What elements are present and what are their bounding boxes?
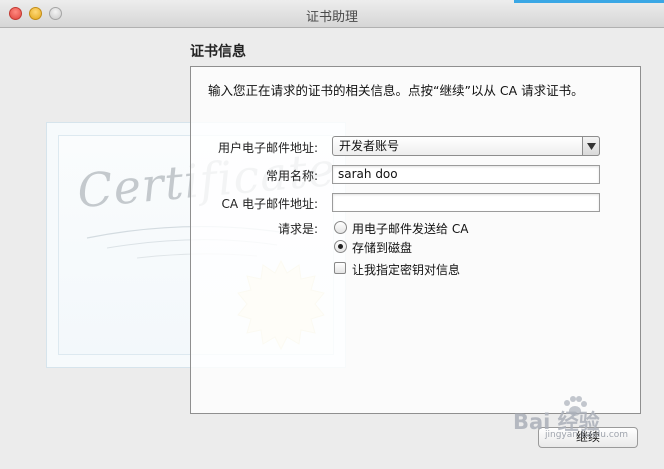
option-save-to-disk-label: 存储到磁盘 — [352, 241, 413, 255]
accent-edge — [514, 0, 664, 3]
request-label: 请求是: — [277, 222, 318, 236]
form-panel: 输入您正在请求的证书的相关信息。点按“继续”以从 CA 请求证书。 用户电子邮件… — [190, 66, 641, 414]
ca-email-field[interactable] — [332, 193, 600, 212]
option-email-to-ca-label: 用电子邮件发送给 CA — [352, 222, 469, 236]
window-title: 证书助理 — [305, 10, 358, 25]
watermark: Bai 经验 jingyan.baidu.com — [505, 396, 655, 442]
email-select[interactable]: 开发者账号 — [332, 136, 600, 156]
section-title: 证书信息 — [190, 44, 246, 60]
dropdown-arrow-button[interactable] — [582, 136, 600, 156]
custom-key-checkbox[interactable] — [334, 262, 346, 274]
common-name-label: 常用名称: — [265, 169, 318, 183]
email-label: 用户电子邮件地址: — [217, 141, 318, 155]
title-bar: 证书助理 — [0, 0, 664, 28]
email-select-value: 开发者账号 — [339, 139, 400, 153]
ca-email-label: CA 电子邮件地址: — [221, 197, 318, 211]
common-name-field[interactable]: sarah doo — [332, 165, 600, 184]
custom-key-label: 让我指定密钥对信息 — [352, 263, 461, 277]
certificate-assistant-window: 证书助理 Certificate 证书信息 输入您正在请求的证书的相关信息。点按… — [0, 0, 664, 469]
chevron-down-icon — [587, 143, 596, 150]
radio-save-to-disk[interactable] — [334, 240, 347, 253]
radio-email-to-ca[interactable] — [334, 221, 347, 234]
intro-text: 输入您正在请求的证书的相关信息。点按“继续”以从 CA 请求证书。 — [208, 83, 584, 98]
watermark-url: jingyan.baidu.com — [545, 430, 629, 440]
